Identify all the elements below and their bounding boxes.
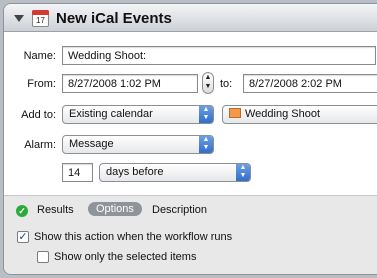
show-action-checkbox[interactable]: ✓	[17, 231, 29, 243]
popup-arrows-icon: ▲ ▼	[199, 136, 213, 153]
action-header: 17 New iCal Events	[4, 4, 377, 32]
calendar-value: Wedding Shoot	[245, 108, 321, 120]
alarm-popup[interactable]: Message ▲ ▼	[62, 135, 214, 154]
calendar-color-swatch	[229, 108, 241, 118]
to-date-field[interactable]: 8/27/2008 2:02 PM	[243, 74, 377, 93]
alarm-value: Message	[69, 138, 114, 150]
alarm-days-field[interactable]: 14	[62, 163, 93, 182]
alarm-unit-popup[interactable]: days before ▲ ▼	[99, 163, 251, 182]
alarm-unit-value: days before	[106, 166, 164, 178]
tab-description[interactable]: Description	[152, 204, 207, 216]
from-date-field[interactable]: 8/27/2008 1:02 PM	[62, 74, 198, 93]
popup-arrows-icon: ▲ ▼	[236, 164, 250, 181]
action-panel: 17 New iCal Events Name: Wedding Shoot: …	[3, 3, 377, 275]
show-action-label: Show this action when the workflow runs	[34, 231, 233, 243]
action-title: New iCal Events	[56, 10, 172, 27]
alarm-label: Alarm:	[24, 139, 56, 151]
calendar-popup[interactable]: Wedding Shoot	[222, 105, 377, 124]
add-to-popup[interactable]: Existing calendar ▲ ▼	[62, 105, 214, 124]
action-footer: ✓ Results Options Description ✓ Show thi…	[4, 196, 377, 274]
from-label: From:	[27, 78, 56, 90]
name-label: Name:	[23, 50, 56, 62]
tab-results[interactable]: Results	[37, 204, 74, 216]
add-to-label: Add to:	[21, 109, 56, 121]
show-selected-label: Show only the selected items	[54, 251, 197, 263]
show-selected-checkbox[interactable]	[37, 251, 49, 263]
from-stepper[interactable]: ▲ ▼	[202, 72, 214, 94]
name-field[interactable]: Wedding Shoot:	[62, 46, 376, 65]
add-to-value: Existing calendar	[69, 108, 153, 120]
popup-arrows-icon: ▲ ▼	[199, 106, 213, 123]
to-label: to:	[220, 78, 233, 90]
disclosure-triangle-icon[interactable]	[14, 15, 24, 22]
ical-icon-day: 17	[36, 16, 45, 25]
ical-icon: 17	[32, 10, 49, 27]
green-check-icon: ✓	[16, 205, 28, 217]
tab-options[interactable]: Options	[88, 202, 142, 216]
action-options: Name: Wedding Shoot: From: 8/27/2008 1:0…	[4, 32, 377, 196]
